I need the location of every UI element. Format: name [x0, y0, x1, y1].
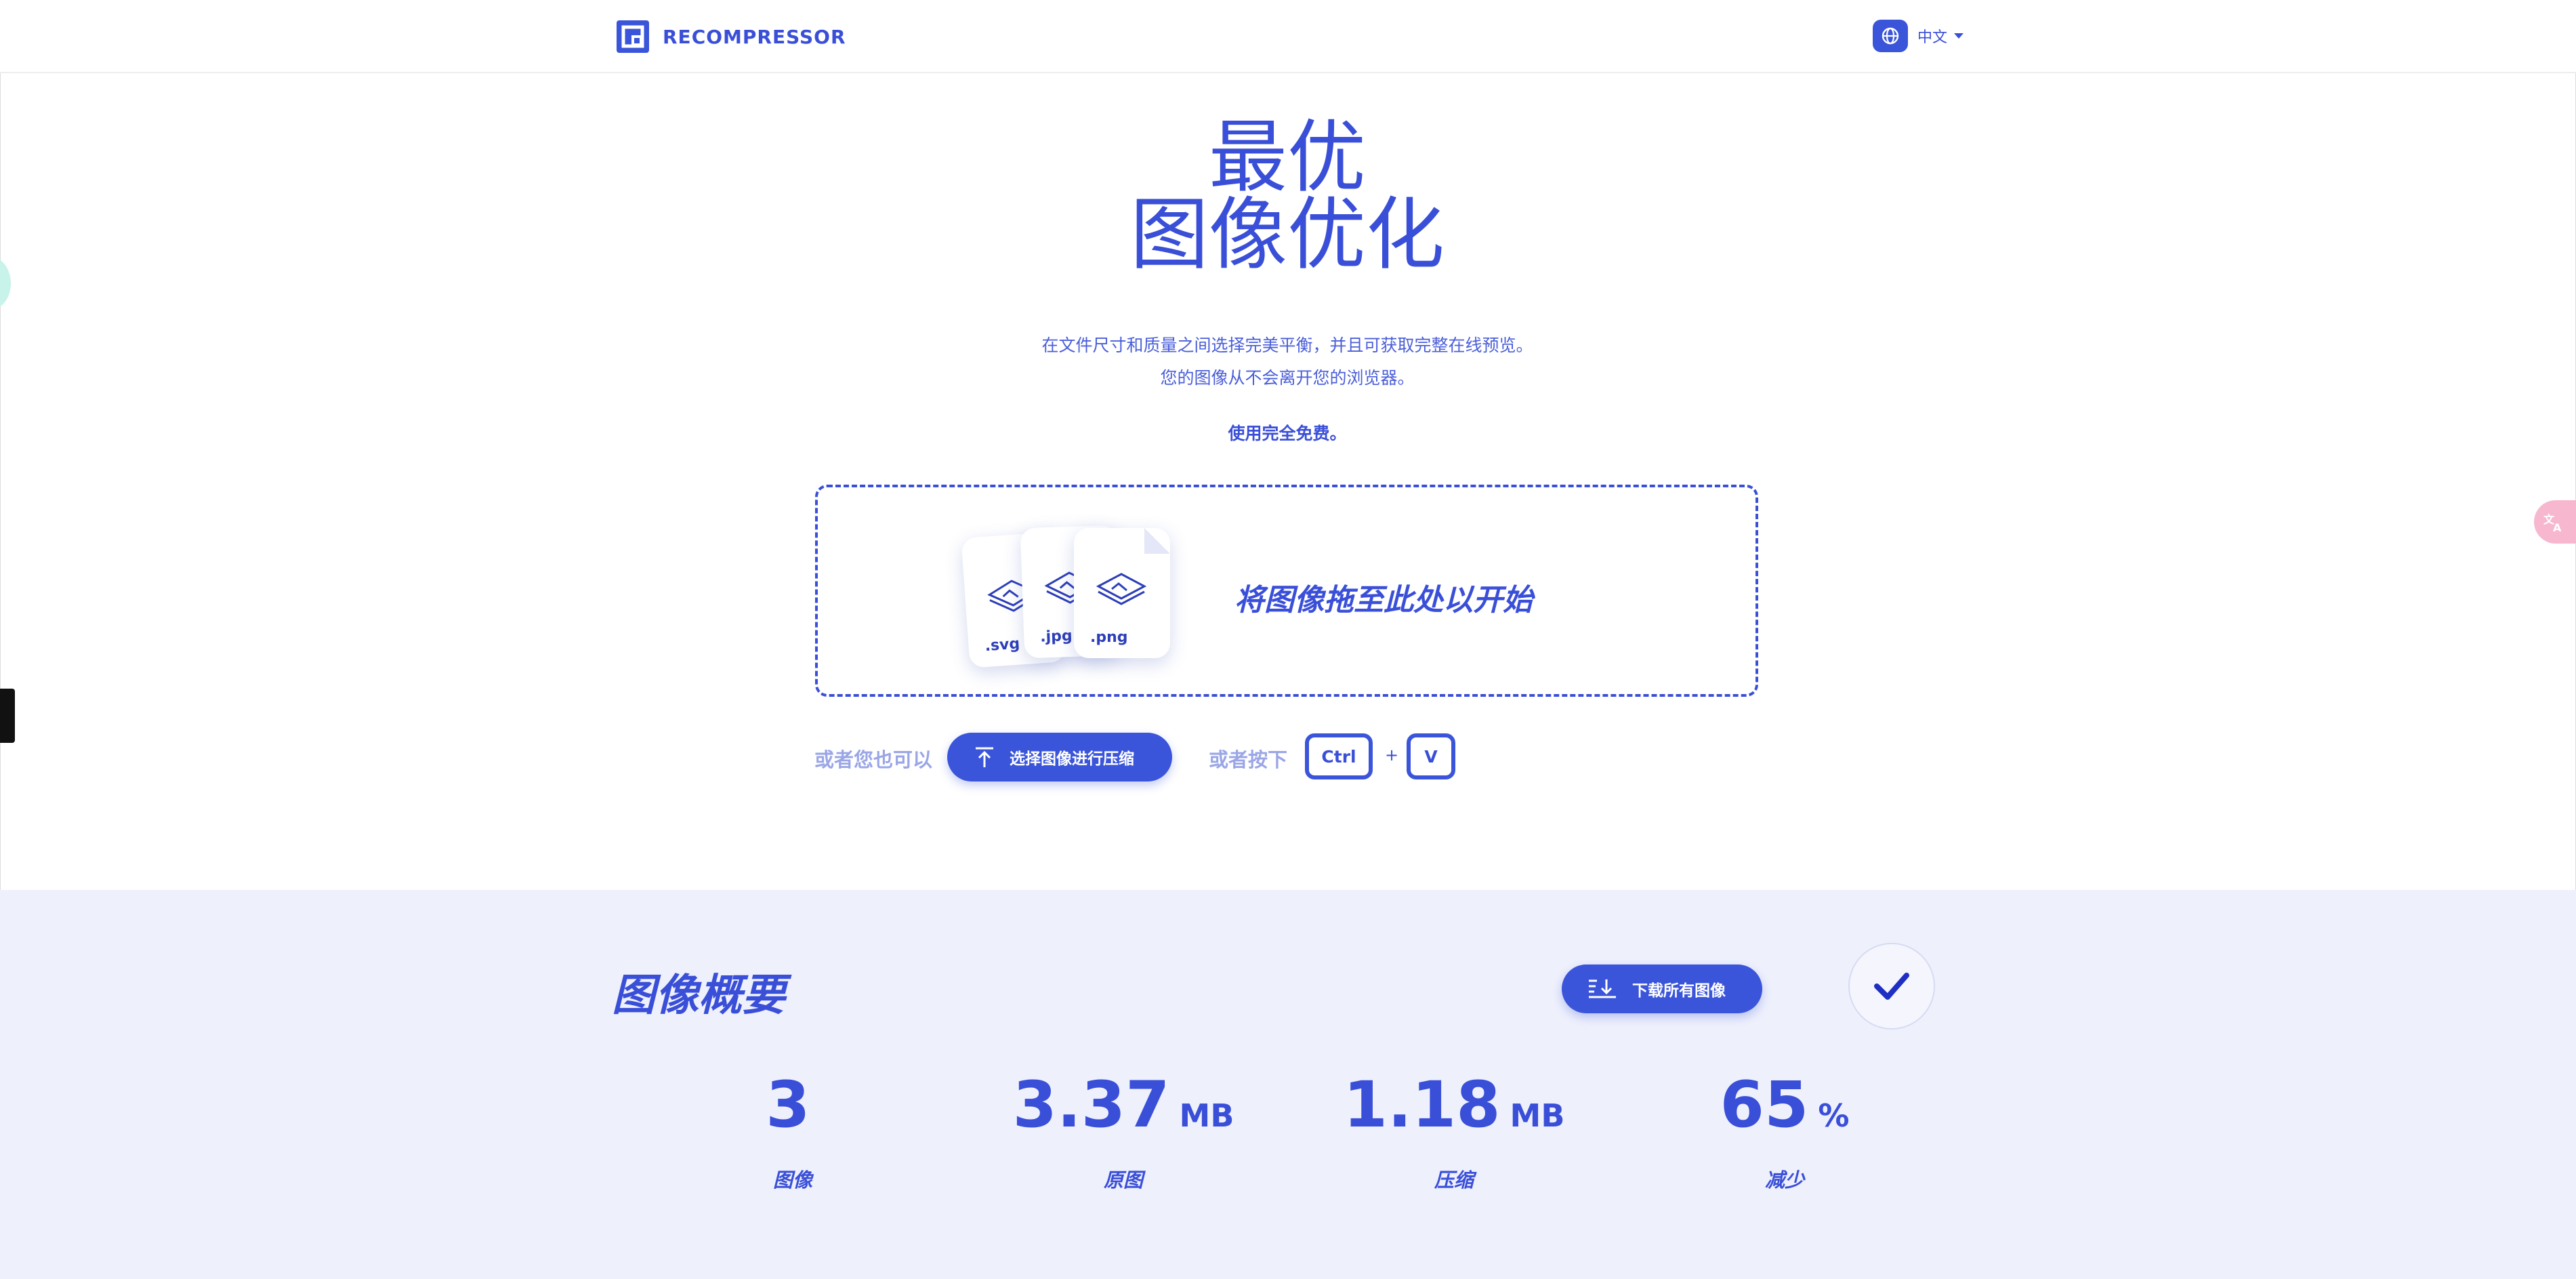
translate-widget[interactable]: 文 A — [2534, 500, 2576, 544]
summary-title: 图像概要 — [612, 971, 785, 1021]
title-line-1: 最优 — [1209, 112, 1366, 203]
language-label: 中文 — [1917, 29, 1948, 46]
ctrl-key: Ctrl — [1305, 733, 1373, 779]
free-note: 使用完全免费。 — [1228, 424, 1347, 443]
stat-caption: 减少 — [1764, 1169, 1804, 1192]
file-ext-label: .svg — [984, 635, 1020, 655]
chevron-down-icon — [1954, 33, 1964, 39]
brand-logo[interactable]: RECOMPRESSOR — [617, 20, 846, 53]
subtitle-line-1: 在文件尺寸和质量之间选择完美平衡，并且可获取完整在线预览。 — [1041, 336, 1533, 355]
file-ext-label: .jpg — [1039, 627, 1073, 646]
image-drop-zone[interactable]: .svg .jpg .png 将图像拖至此处以开始 — [815, 485, 1758, 697]
download-all-button[interactable]: 下载所有图像 — [1562, 965, 1762, 1013]
select-all-toggle[interactable] — [1848, 943, 1935, 1030]
or-press-label: 或者按下 — [1209, 748, 1288, 771]
checkmark-icon — [1874, 973, 1909, 1000]
page-title: 最优 图像优化 — [949, 112, 1626, 281]
v-key: V — [1407, 733, 1455, 779]
top-navbar: RECOMPRESSOR 中文 — [0, 0, 2576, 73]
subtitle-line-2: 您的图像从不会离开您的浏览器。 — [1160, 368, 1415, 388]
stat-value: 3.37 MB — [1012, 1068, 1234, 1142]
stat-value: 3 — [766, 1068, 810, 1142]
stat-image-count: 3 图像 — [644, 1072, 942, 1193]
stat-caption: 图像 — [772, 1169, 812, 1192]
select-button-label: 选择图像进行压缩 — [1010, 750, 1134, 768]
plus-sign: + — [1385, 746, 1399, 765]
stat-value: 1.18 MB — [1343, 1068, 1565, 1142]
language-selector[interactable]: 中文 — [1873, 19, 1964, 53]
folded-corner — [1144, 528, 1170, 554]
brand-name: RECOMPRESSOR — [663, 25, 846, 48]
logo-icon — [617, 20, 649, 53]
or-you-can-label: 或者您也可以 — [814, 748, 933, 771]
stat-caption: 压缩 — [1434, 1169, 1474, 1192]
file-card-png: .png — [1074, 528, 1170, 658]
translate-icon: 文 A — [2543, 513, 2562, 534]
stat-caption: 原图 — [1103, 1169, 1143, 1192]
image-summary-section: 图像概要 下载所有图像 3 图像 3.37 MB 原图 1.18 MB 压缩 65%… — [0, 890, 2576, 1279]
side-tab-handle[interactable] — [0, 689, 15, 743]
stat-compressed-size: 1.18 MB 压缩 — [1305, 1072, 1603, 1193]
svg-text:A: A — [2553, 521, 2562, 534]
upload-arrow-icon — [976, 747, 993, 767]
file-ext-label: .png — [1090, 629, 1128, 646]
select-images-button[interactable]: 选择图像进行压缩 — [947, 733, 1172, 781]
hero-subtitle: 在文件尺寸和质量之间选择完美平衡，并且可获取完整在线预览。 您的图像从不会离开您… — [881, 329, 1694, 394]
download-icon — [1589, 979, 1616, 998]
stat-value: 65% — [1720, 1068, 1850, 1142]
image-icon — [1096, 573, 1147, 605]
stat-original-size: 3.37 MB 原图 — [974, 1072, 1272, 1193]
drop-prompt: 将图像拖至此处以开始 — [1234, 583, 1533, 617]
globe-icon — [1873, 20, 1908, 52]
download-button-label: 下载所有图像 — [1632, 982, 1726, 1000]
title-line-2: 图像优化 — [1130, 189, 1445, 281]
stat-reduction: 65% 减少 — [1636, 1072, 1934, 1193]
